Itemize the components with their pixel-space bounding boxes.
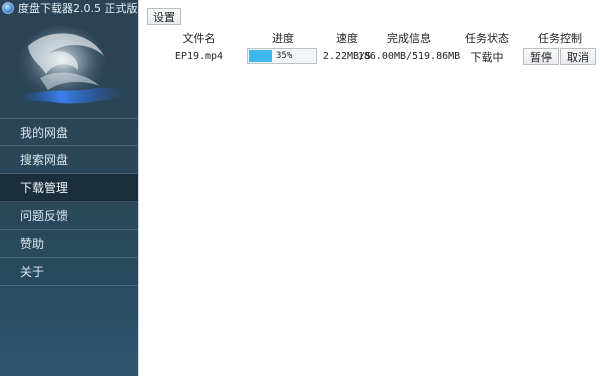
sidebar-nav: 我的网盘 搜索网盘 下载管理 问题反馈 赞助 关于 xyxy=(0,118,138,286)
progress-bar: 35% xyxy=(247,48,317,64)
sidebar-item-search-disk[interactable]: 搜索网盘 xyxy=(0,146,138,174)
filename-cell: EP19.mp4 xyxy=(174,51,224,62)
column-header-filename: 文件名 xyxy=(182,32,216,45)
sidebar-item-label: 关于 xyxy=(20,265,45,279)
column-header-completion: 完成信息 xyxy=(387,32,431,45)
sidebar: 度盘下载器2.0.5 正式版 我的网盘 搜索网盘 下载管理 问题反馈 赞助 关于 xyxy=(0,0,138,376)
sidebar-item-label: 下载管理 xyxy=(20,181,69,195)
completion-cell: 186.00MB/519.86MB xyxy=(357,51,461,62)
sidebar-item-sponsor[interactable]: 赞助 xyxy=(0,230,138,258)
sidebar-item-feedback[interactable]: 问题反馈 xyxy=(0,202,138,230)
sidebar-item-download-manager[interactable]: 下载管理 xyxy=(0,174,138,202)
pause-button[interactable]: 暂停 xyxy=(523,48,559,65)
column-header-status: 任务状态 xyxy=(465,32,509,45)
main-panel: 设置 文件名 进度 速度 完成信息 任务状态 任务控制 EP19.mp4 35%… xyxy=(138,0,600,376)
app-logo-artwork xyxy=(18,26,126,104)
table-header: 文件名 进度 速度 完成信息 任务状态 任务控制 xyxy=(139,30,600,46)
window-title: 度盘下载器2.0.5 正式版 xyxy=(18,2,138,15)
app-logo-icon xyxy=(2,2,14,14)
sidebar-item-about[interactable]: 关于 xyxy=(0,258,138,286)
cancel-button[interactable]: 取消 xyxy=(560,48,596,65)
sidebar-item-label: 问题反馈 xyxy=(20,209,69,223)
progress-bar-fill xyxy=(249,50,272,62)
column-header-control: 任务控制 xyxy=(538,32,582,45)
progress-text: 35% xyxy=(276,51,293,61)
status-cell: 下载中 xyxy=(470,50,504,64)
sidebar-item-my-disk[interactable]: 我的网盘 xyxy=(0,118,138,146)
title-bar: 度盘下载器2.0.5 正式版 xyxy=(0,0,138,16)
table-row: EP19.mp4 35% 2.22MB/S 186.00MB/519.86MB … xyxy=(139,47,600,66)
sidebar-item-label: 我的网盘 xyxy=(20,125,69,140)
column-header-speed: 速度 xyxy=(336,32,358,45)
sidebar-item-label: 赞助 xyxy=(20,237,45,251)
settings-button[interactable]: 设置 xyxy=(147,8,181,25)
sidebar-item-label: 搜索网盘 xyxy=(20,153,69,167)
column-header-progress: 进度 xyxy=(272,32,294,45)
